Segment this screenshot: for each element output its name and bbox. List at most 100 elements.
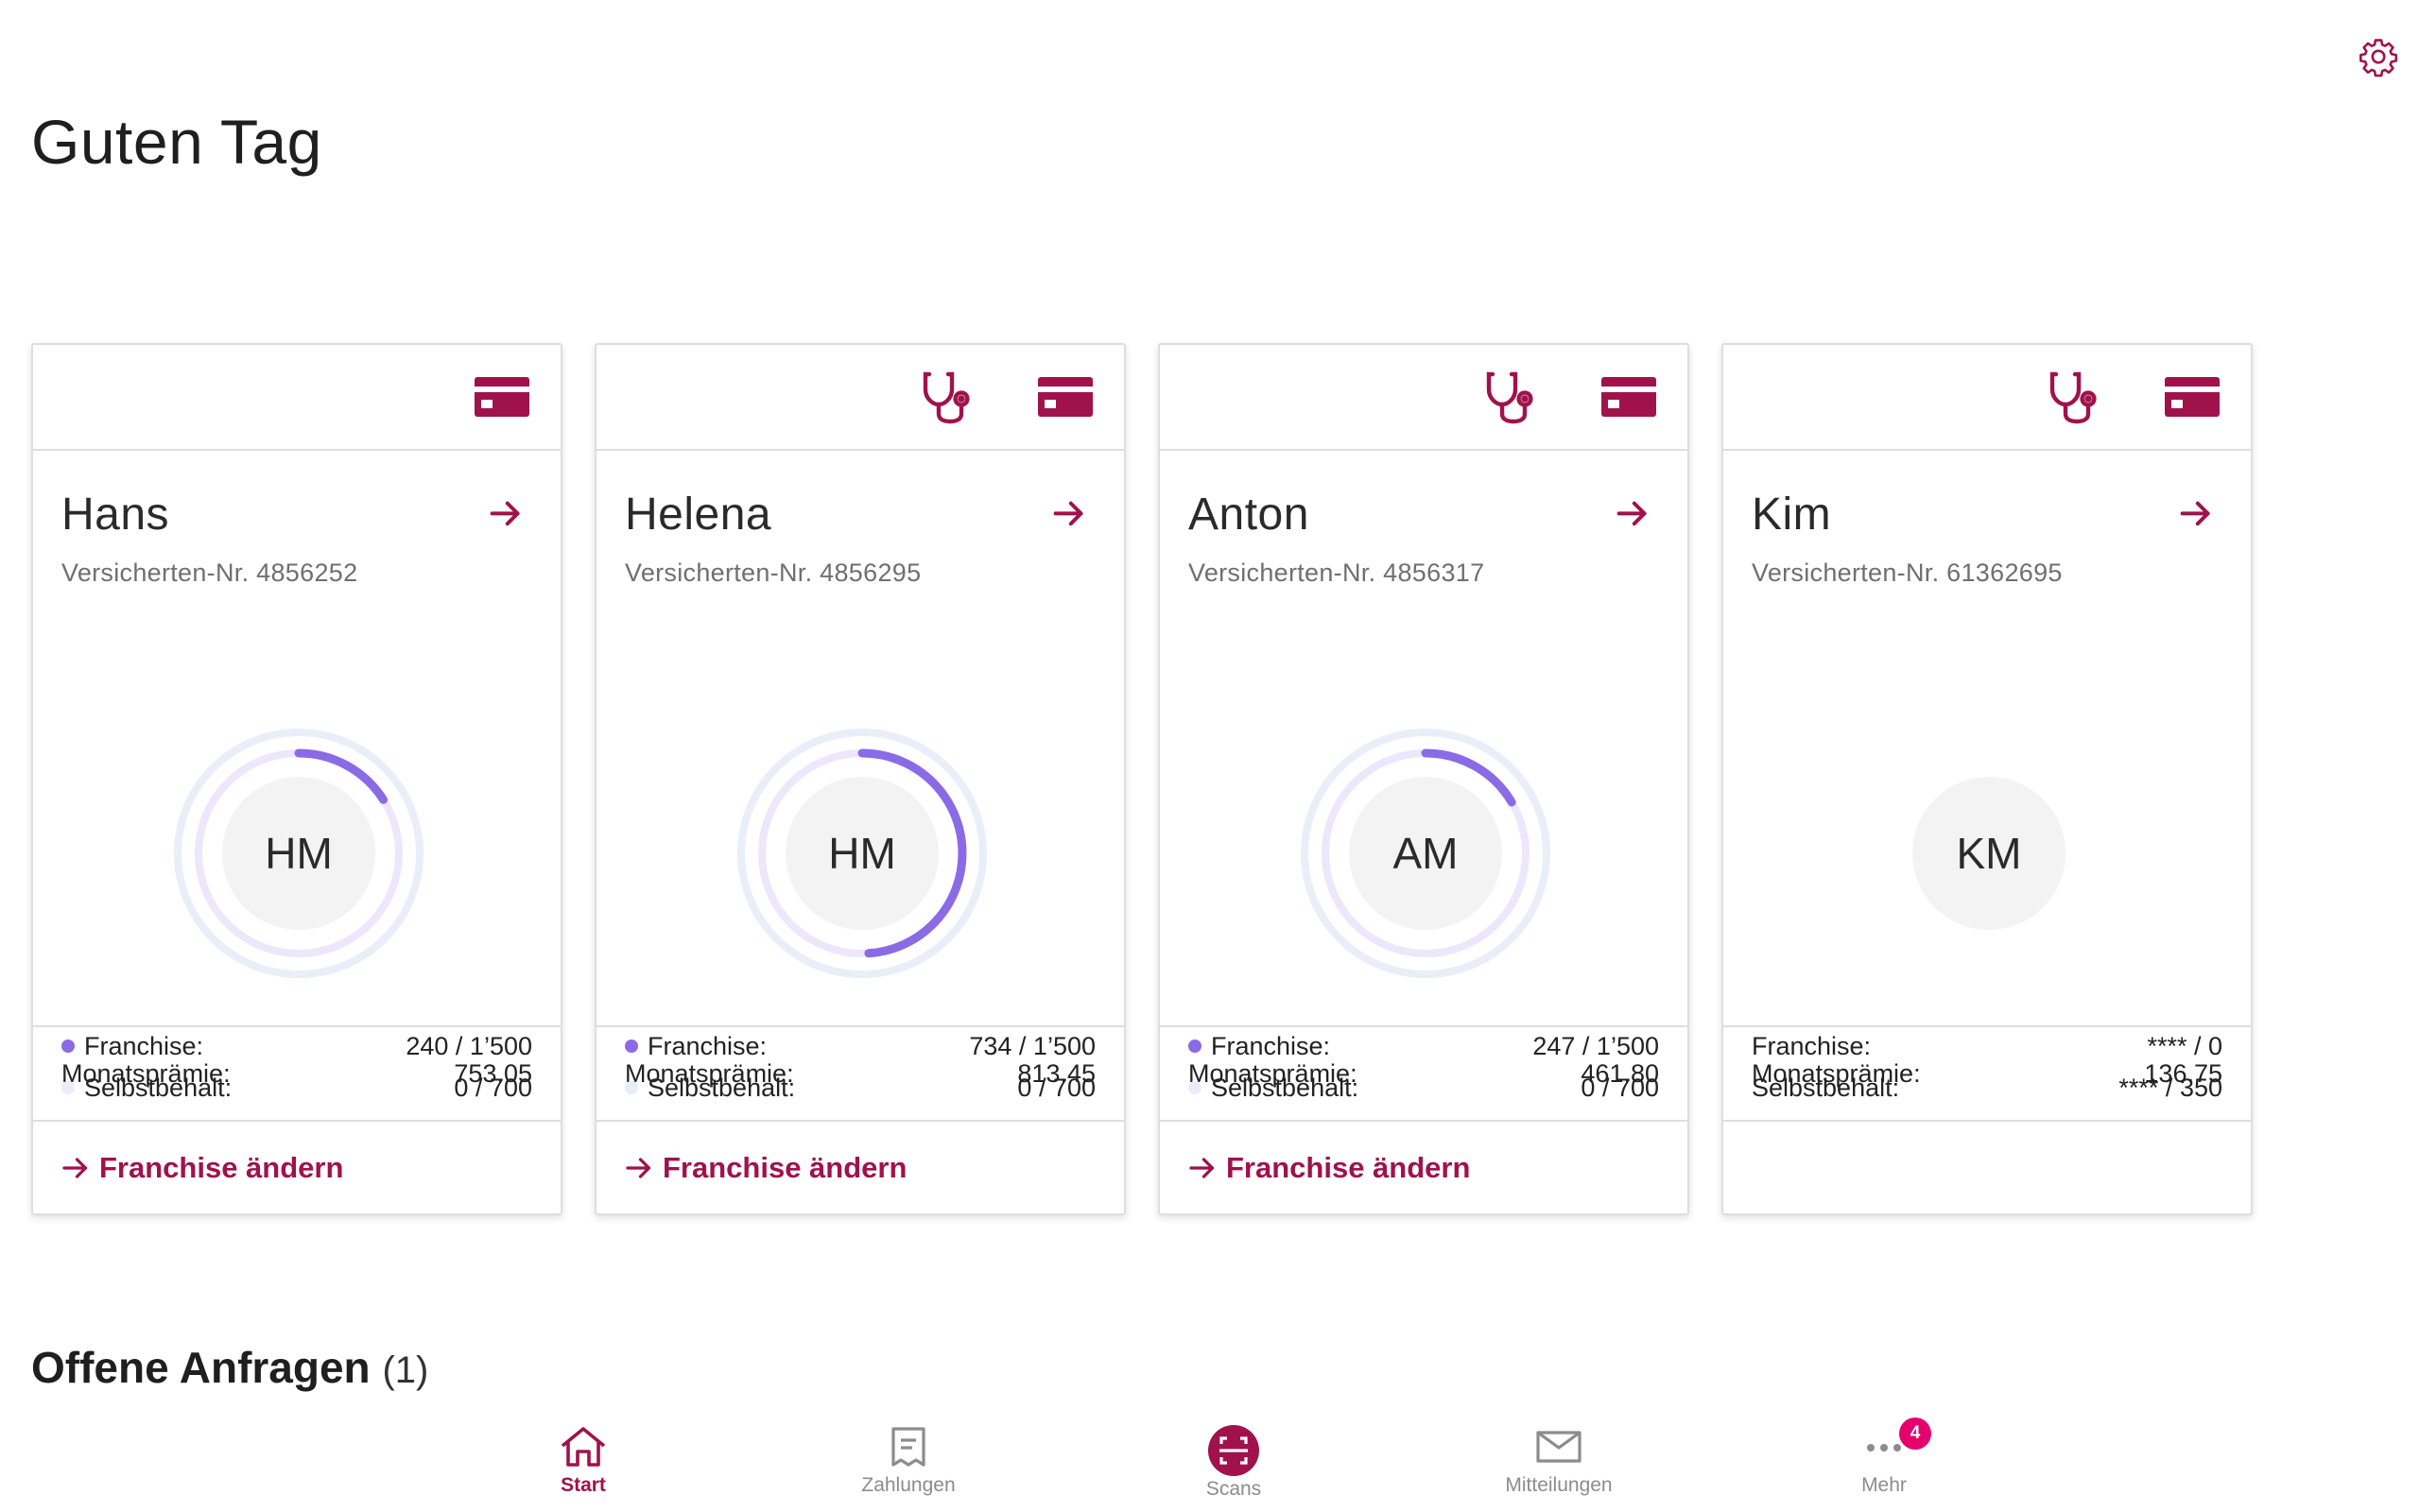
change-franchise-label: Franchise ändern: [663, 1151, 908, 1184]
open-details-button[interactable]: [1616, 500, 1650, 532]
insurance-card-icon: [1601, 377, 1656, 417]
nav-mitteilungen-label: Mitteilungen: [1505, 1474, 1613, 1496]
insurance-card-button[interactable]: [1037, 376, 1094, 418]
change-franchise-label: Franchise ändern: [99, 1151, 344, 1184]
policy-number: Versicherten-Nr. 4856252: [61, 558, 358, 587]
stat-row: Franchise: 240 / 1’500: [61, 1025, 532, 1067]
avatar-initials: KM: [1957, 829, 2022, 878]
franchise-progress-ring: HM: [170, 725, 427, 982]
card-body: Anton Versicherten-Nr. 4856317 AM Franchi…: [1160, 451, 1687, 1102]
card-stats: Franchise: **** / 0 Selbstbehalt: **** /…: [1752, 1025, 2222, 1108]
stat-row: Selbstbehalt: 0 / 700: [1188, 1067, 1659, 1108]
stethoscope-icon: [923, 371, 970, 424]
page-title: Guten Tag: [31, 107, 322, 177]
stat-label-wrap: Selbstbehalt:: [1188, 1074, 1358, 1103]
insured-name: Anton: [1188, 490, 1309, 540]
card-header: [1723, 345, 2251, 451]
progress-ring-svg: HM: [174, 729, 424, 978]
policy-number: Versicherten-Nr. 61362695: [1752, 558, 2063, 587]
find-doctor-button[interactable]: [2045, 369, 2101, 425]
stat-value: 0 / 700: [1017, 1073, 1096, 1102]
nav-scans-label: Scans: [1205, 1478, 1262, 1500]
stethoscope-icon: [2049, 371, 2097, 424]
progress-ring-svg: HM: [737, 729, 987, 978]
open-details-button[interactable]: [2179, 500, 2213, 532]
insured-card: Hans Versicherten-Nr. 4856252 HM Franchis…: [31, 343, 562, 1215]
legend-dot: [61, 1081, 75, 1094]
open-details-button[interactable]: [1052, 500, 1086, 532]
stat-row: Franchise: 734 / 1’500: [625, 1025, 1096, 1067]
stat-label: Franchise:: [1211, 1031, 1331, 1060]
open-requests-count: (1): [382, 1349, 429, 1391]
stat-row: Franchise: **** / 0: [1752, 1025, 2222, 1067]
nav-mitteilungen[interactable]: Mitteilungen: [1464, 1425, 1653, 1497]
scan-icon: [1208, 1425, 1259, 1476]
change-franchise-link[interactable]: Franchise ändern: [33, 1122, 561, 1214]
stat-value: 734 / 1’500: [969, 1031, 1096, 1060]
home-icon: [561, 1427, 606, 1467]
card-stats: Franchise: 247 / 1’500 Selbstbehalt: 0 /…: [1188, 1025, 1659, 1108]
stat-row: Selbstbehalt: 0 / 700: [61, 1067, 532, 1108]
legend-dot: [625, 1081, 638, 1094]
legend-dot: [1188, 1040, 1201, 1053]
insurance-card-icon: [1038, 377, 1093, 417]
gear-icon: [2360, 39, 2397, 77]
arrow-right-icon: [2180, 501, 2210, 526]
card-body: Hans Versicherten-Nr. 4856252 HM Franchis…: [33, 451, 561, 1102]
arrow-right-icon: [490, 501, 520, 526]
insurance-card-icon: [475, 377, 529, 417]
nav-start-label: Start: [561, 1474, 606, 1496]
nav-mehr[interactable]: 4 Mehr: [1789, 1418, 1979, 1497]
arrow-right-icon: [626, 1158, 651, 1178]
nav-mehr-label: Mehr: [1861, 1474, 1907, 1496]
nav-start[interactable]: Start: [489, 1425, 678, 1497]
progress-ring-svg: KM: [1912, 777, 2066, 930]
insured-name: Helena: [625, 490, 772, 540]
insurance-card-button[interactable]: [1600, 376, 1657, 418]
progress-ring-svg: AM: [1301, 729, 1550, 978]
nav-scans[interactable]: Scans: [1139, 1425, 1328, 1501]
card-header: [596, 345, 1124, 451]
stat-row: Selbstbehalt: 0 / 700: [625, 1067, 1096, 1108]
arrow-right-icon: [62, 1158, 88, 1178]
card-header: [33, 345, 561, 451]
stat-label: Selbstbehalt:: [84, 1073, 233, 1102]
nav-zahlungen[interactable]: Zahlungen: [814, 1425, 1003, 1497]
open-requests-title[interactable]: Offene Anfragen (1): [31, 1342, 428, 1393]
stat-label: Franchise:: [648, 1031, 768, 1060]
open-details-button[interactable]: [489, 500, 523, 532]
stat-value: **** / 0: [2147, 1031, 2222, 1060]
stethoscope-icon: [1486, 371, 1533, 424]
stat-label: Selbstbehalt:: [1211, 1073, 1359, 1102]
notification-badge: 4: [1899, 1418, 1931, 1450]
stat-value: 0 / 700: [454, 1073, 532, 1102]
nav-zahlungen-label: Zahlungen: [861, 1474, 956, 1496]
stat-label-wrap: Franchise:: [61, 1032, 203, 1061]
stat-label: Selbstbehalt:: [1752, 1073, 1900, 1102]
stat-value: 0 / 700: [1581, 1073, 1659, 1102]
stat-label-wrap: Franchise:: [625, 1032, 767, 1061]
policy-number: Versicherten-Nr. 4856295: [625, 558, 922, 587]
find-doctor-button[interactable]: [918, 369, 975, 425]
stat-label-wrap: Franchise:: [1188, 1032, 1330, 1061]
legend-dot: [1188, 1081, 1201, 1094]
change-franchise-label: Franchise ändern: [1226, 1151, 1471, 1184]
stat-label-wrap: Selbstbehalt:: [61, 1074, 232, 1103]
settings-button[interactable]: [2350, 28, 2407, 85]
insurance-card-button[interactable]: [474, 376, 530, 418]
insurance-card-button[interactable]: [2164, 376, 2221, 418]
insured-cards: Hans Versicherten-Nr. 4856252 HM Franchis…: [31, 343, 2253, 1215]
change-franchise-link[interactable]: Franchise ändern: [596, 1122, 1124, 1214]
stat-label: Franchise:: [1752, 1031, 1872, 1060]
franchise-progress-ring: HM: [734, 725, 991, 982]
insured-name: Kim: [1752, 490, 1832, 540]
policy-number: Versicherten-Nr. 4856317: [1188, 558, 1485, 587]
stat-label-wrap: Selbstbehalt:: [1752, 1074, 1899, 1103]
change-franchise-link[interactable]: Franchise ändern: [1160, 1122, 1687, 1214]
find-doctor-button[interactable]: [1481, 369, 1538, 425]
stat-value: 240 / 1’500: [406, 1031, 532, 1060]
avatar-initials: AM: [1393, 829, 1459, 878]
open-requests-label: Offene Anfragen: [31, 1343, 371, 1392]
stat-row: Franchise: 247 / 1’500: [1188, 1025, 1659, 1067]
stat-value: **** / 350: [2118, 1073, 2222, 1102]
